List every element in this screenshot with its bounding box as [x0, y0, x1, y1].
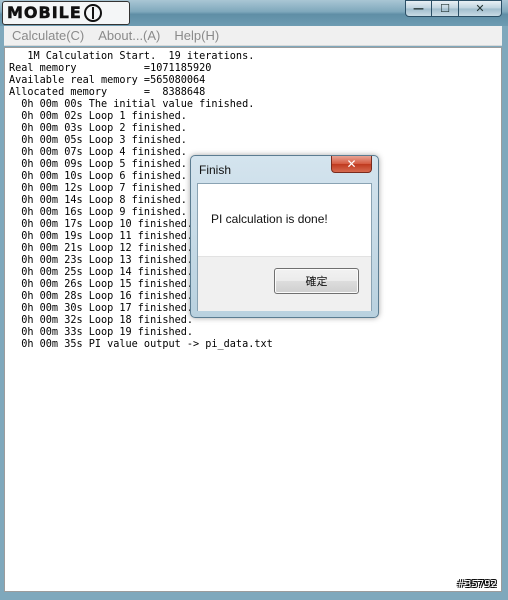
- dialog-title: Finish: [199, 163, 232, 177]
- log-line: 0h 00m 05s Loop 3 finished.: [9, 135, 187, 146]
- log-line: 0h 00m 35s PI value output -> pi_data.tx…: [9, 339, 273, 350]
- finish-dialog[interactable]: Finish ✕ PI calculation is done! 確定: [190, 155, 379, 318]
- dialog-footer: 確定: [198, 256, 371, 311]
- dialog-body: PI calculation is done! 確定: [197, 183, 372, 311]
- log-line: 0h 00m 02s Loop 1 finished.: [9, 111, 187, 122]
- logo-mark-icon: [83, 4, 102, 22]
- output-area[interactable]: 1M Calculation Start. 19 iterations. Real…: [4, 47, 502, 592]
- log-line: 0h 00m 03s Loop 2 finished.: [9, 123, 187, 134]
- ok-button[interactable]: 確定: [274, 268, 359, 294]
- logo-text: MOBILE: [7, 3, 82, 23]
- app-logo: MOBILE: [2, 1, 130, 25]
- log-line: 0h 00m 00s The initial value finished.: [9, 99, 255, 110]
- dialog-message: PI calculation is done!: [211, 212, 328, 226]
- dialog-close-button[interactable]: ✕: [331, 156, 372, 173]
- close-button[interactable]: ✕: [459, 0, 502, 17]
- menu-help[interactable]: Help(H): [168, 26, 225, 45]
- menu-calculate[interactable]: Calculate(C): [6, 26, 90, 45]
- log-line: 0h 00m 33s Loop 19 finished.: [9, 327, 194, 338]
- log-line: Allocated memory = 8388648: [9, 87, 206, 98]
- minimize-button[interactable]: —: [405, 0, 432, 17]
- watermark: #35792: [456, 579, 497, 590]
- log-line: Real memory =1071185920: [9, 63, 212, 74]
- menu-bar: Calculate(C) About...(A) Help(H): [4, 26, 502, 46]
- maximize-button[interactable]: ☐: [432, 0, 459, 17]
- menu-about[interactable]: About...(A): [92, 26, 166, 45]
- log-line: 1M Calculation Start. 19 iterations.: [9, 51, 255, 62]
- title-bar[interactable]: MOBILE — ☐ ✕: [0, 0, 508, 26]
- window-controls: — ☐ ✕: [405, 0, 502, 17]
- log-line: Available real memory =565080064: [9, 75, 206, 86]
